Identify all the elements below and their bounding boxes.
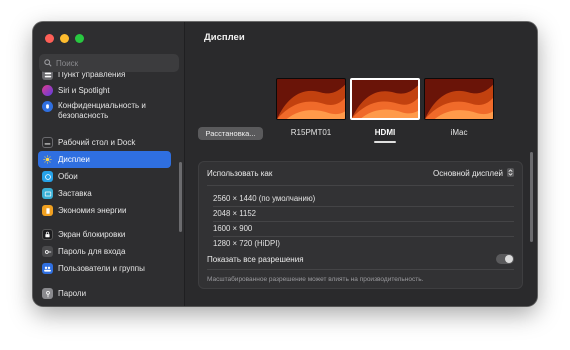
- minimize-button[interactable]: [60, 34, 69, 43]
- resolution-option[interactable]: 2560 × 1440 (по умолчанию): [213, 194, 315, 203]
- divider: [207, 185, 514, 186]
- show-all-resolutions-row: Показать все разрешения: [199, 251, 522, 267]
- show-all-label: Показать все разрешения: [207, 254, 304, 264]
- resolution-option[interactable]: 1280 × 720 (HiDPI): [213, 239, 280, 248]
- wallpaper-icon: [42, 171, 53, 182]
- performance-footnote: Масштабированное разрешение может влиять…: [207, 276, 424, 283]
- search-icon: [44, 54, 52, 72]
- page-title: Дисплеи: [204, 32, 245, 43]
- passwords-icon: [42, 288, 53, 299]
- divider: [213, 206, 514, 207]
- sidebar-item-siri-spotlight[interactable]: Siri и Spotlight: [38, 82, 171, 99]
- wallpaper-thumbnail: [425, 79, 493, 119]
- lock-icon: [42, 229, 53, 240]
- close-button[interactable]: [45, 34, 54, 43]
- display-thumbnail-hdmi[interactable]: [350, 78, 420, 120]
- resolution-option[interactable]: 2048 × 1152: [213, 209, 256, 218]
- key-icon: [42, 246, 53, 257]
- main-pane: Дисплеи Расстановка... R15PMT01 HDMI iMa…: [186, 22, 537, 306]
- sidebar-item-login-password[interactable]: Пароль для входа: [38, 243, 171, 260]
- battery-icon: [42, 205, 53, 216]
- sidebar-item-label: Экран блокировки: [58, 229, 126, 239]
- sidebar-item-displays[interactable]: Дисплеи: [38, 151, 171, 168]
- siri-icon: [42, 85, 53, 96]
- sidebar-scrollbar[interactable]: [179, 162, 182, 232]
- divider: [213, 236, 514, 237]
- sidebar-item-label: Пароль для входа: [58, 246, 126, 256]
- display-settings-panel: Использовать как Основной дисплей 2560 ×…: [198, 161, 523, 289]
- sidebar-item-energy-saver[interactable]: Экономия энергии: [38, 202, 171, 219]
- sidebar-item-label: Экономия энергии: [58, 205, 127, 215]
- hand-icon: [42, 101, 53, 112]
- sidebar-item-label: Siri и Spotlight: [58, 85, 110, 95]
- sidebar-item-label: Обои: [58, 171, 78, 181]
- sidebar-item-label: Конфиденциальность и безопасность: [58, 101, 146, 120]
- screensaver-icon: [42, 188, 53, 199]
- show-all-toggle[interactable]: [496, 254, 514, 264]
- resolution-option[interactable]: 1600 × 900: [213, 224, 252, 233]
- sidebar-item-label: Пароли: [58, 288, 87, 298]
- use-as-select[interactable]: Основной дисплей: [433, 167, 514, 179]
- sidebar-item-wallpaper[interactable]: Обои: [38, 168, 171, 185]
- sidebar-item-screensaver[interactable]: Заставка: [38, 185, 171, 202]
- sidebar-item-privacy-security[interactable]: Конфиденциальность и безопасность: [38, 98, 171, 124]
- use-as-row: Использовать как Основной дисплей: [199, 162, 522, 184]
- users-icon: [42, 263, 53, 274]
- wallpaper-thumbnail: [277, 79, 345, 119]
- sidebar-item-label: Заставка: [58, 188, 92, 198]
- main-scrollbar[interactable]: [530, 152, 533, 242]
- sidebar-item-users-groups[interactable]: Пользователи и группы: [38, 260, 171, 277]
- search-field[interactable]: [39, 54, 179, 72]
- zoom-button[interactable]: [75, 34, 84, 43]
- use-as-label: Использовать как: [207, 168, 273, 178]
- system-settings-window: Пункт управления Siri и Spotlight Конфид…: [33, 22, 537, 306]
- display-name-r15pmt01: R15PMT01: [290, 128, 332, 137]
- selected-display-indicator: [374, 141, 396, 143]
- sidebar-item-label: Пользователи и группы: [58, 263, 145, 273]
- chevron-updown-icon: [507, 167, 514, 179]
- divider: [213, 221, 514, 222]
- display-name-imac: iMac: [450, 128, 468, 137]
- window-controls: [45, 34, 84, 43]
- sidebar-item-label: Рабочий стол и Dock: [58, 137, 136, 147]
- arrange-button[interactable]: Расстановка...: [198, 127, 263, 140]
- display-thumbnail-r15pmt01[interactable]: [276, 78, 346, 120]
- wallpaper-thumbnail: [352, 80, 418, 118]
- dock-icon: [42, 137, 53, 148]
- display-name-hdmi: HDMI: [374, 128, 396, 137]
- display-thumbnail-imac[interactable]: [424, 78, 494, 120]
- sidebar: Пункт управления Siri и Spotlight Конфид…: [33, 22, 185, 306]
- sun-icon: [42, 154, 53, 165]
- divider: [207, 269, 514, 270]
- sidebar-item-desktop-dock[interactable]: Рабочий стол и Dock: [38, 134, 171, 151]
- sidebar-item-lock-screen[interactable]: Экран блокировки: [38, 226, 171, 243]
- sidebar-item-label: Дисплеи: [58, 154, 90, 164]
- sidebar-item-passwords[interactable]: Пароли: [38, 285, 171, 302]
- use-as-value: Основной дисплей: [433, 168, 503, 178]
- search-input[interactable]: [56, 58, 166, 68]
